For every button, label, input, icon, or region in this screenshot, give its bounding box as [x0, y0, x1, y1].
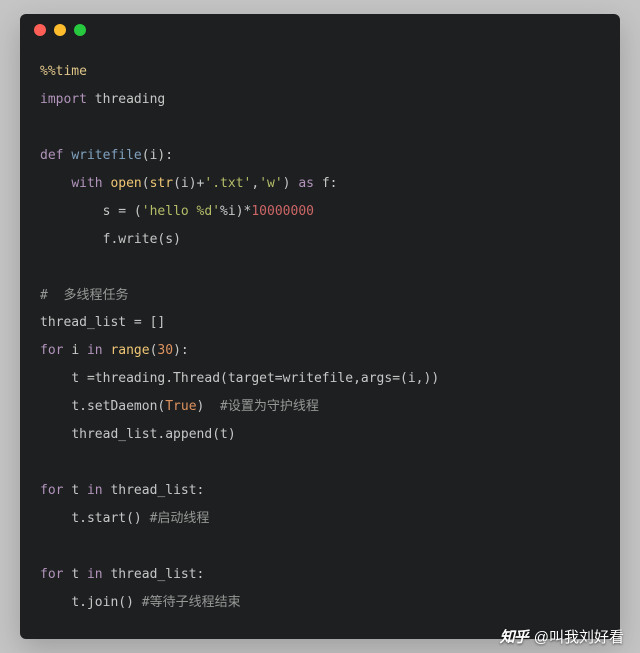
identifier: thread_list: [110, 483, 204, 498]
constant-true: True [165, 399, 196, 414]
number-literal: 30 [157, 343, 173, 358]
code-window: %%time import threading def writefile(i)… [20, 14, 620, 639]
string-literal: 'hello %d' [142, 204, 220, 219]
paren: ): [173, 343, 189, 358]
magic-command: %%time [40, 64, 87, 79]
keyword-with: with [71, 176, 102, 191]
method-call: thread_list.append(t) [71, 427, 235, 442]
method-call: t.setDaemon( [71, 399, 165, 414]
watermark: 知乎 @叫我刘好看 [500, 626, 624, 647]
keyword-in: in [87, 343, 103, 358]
signature: (i): [142, 148, 173, 163]
assignment: s = ( [103, 204, 142, 219]
zhihu-logo-icon: 知乎 [500, 626, 528, 647]
variable: t [71, 567, 79, 582]
variable: i [71, 343, 79, 358]
module-name: threading [95, 92, 165, 107]
code-block: %%time import threading def writefile(i)… [20, 46, 620, 637]
method-call: t.start() [71, 511, 141, 526]
method-call: t.join() [71, 595, 134, 610]
zoom-icon [74, 24, 86, 36]
comma: , [251, 176, 259, 191]
expr: (i)+ [173, 176, 204, 191]
builtin-range: range [110, 343, 149, 358]
identifier: thread_list: [110, 567, 204, 582]
keyword-as: as [298, 176, 314, 191]
string-literal: 'w' [259, 176, 282, 191]
watermark-author: @叫我刘好看 [534, 626, 624, 647]
statement: t =threading.Thread(target=writefile,arg… [71, 371, 439, 386]
close-icon [34, 24, 46, 36]
keyword-for: for [40, 343, 63, 358]
keyword-for: for [40, 483, 63, 498]
comment: #设置为守护线程 [220, 399, 319, 414]
keyword-in: in [87, 567, 103, 582]
comment: #启动线程 [150, 511, 210, 526]
comment: # 多线程任务 [40, 288, 128, 303]
string-literal: '.txt' [204, 176, 251, 191]
builtin-open: open [110, 176, 141, 191]
number-literal: 10000000 [251, 204, 314, 219]
variable: t [71, 483, 79, 498]
comment: #等待子线程结束 [142, 595, 241, 610]
minimize-icon [54, 24, 66, 36]
builtin-str: str [150, 176, 173, 191]
keyword-in: in [87, 483, 103, 498]
expr: %i)* [220, 204, 251, 219]
window-titlebar [20, 14, 620, 46]
keyword-import: import [40, 92, 87, 107]
assignment: thread_list = [] [40, 315, 165, 330]
keyword-for: for [40, 567, 63, 582]
paren: ) [283, 176, 291, 191]
variable: f: [322, 176, 338, 191]
keyword-def: def [40, 148, 63, 163]
function-name: writefile [71, 148, 141, 163]
paren: ) [197, 399, 205, 414]
method-call: f.write(s) [103, 232, 181, 247]
